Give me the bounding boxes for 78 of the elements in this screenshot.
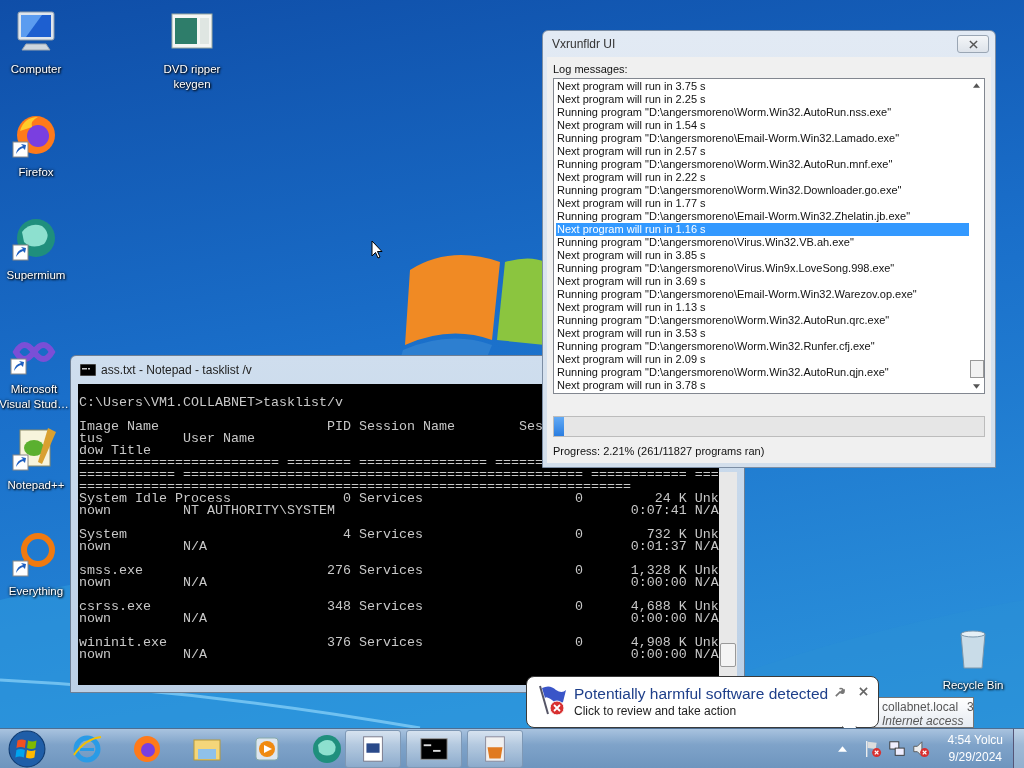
cursor-icon [371, 240, 383, 260]
desktop-icon-label: Firefox [18, 165, 54, 180]
globe-icon[interactable] [311, 732, 343, 765]
log-item[interactable]: Next program will run in 1.54 s [556, 119, 969, 132]
console-line: ============ ================================================== ============ === [79, 469, 719, 481]
console-line: dow Title [79, 445, 151, 457]
log-item[interactable]: Next program will run in 2.25 s [556, 93, 969, 106]
network-icon[interactable] [887, 739, 906, 758]
console-line: nown N/A 0:00:00 N/A [79, 613, 719, 625]
tooltip-text: collabnet.local [882, 700, 959, 714]
console-line: C:\Users\VM1.COLLABNET>tasklist/v [79, 397, 343, 409]
tooltip-status: Internet access [882, 714, 965, 728]
desktop-icon-label: DVD ripper keygen [162, 62, 222, 92]
console-line: nown N/A 0:01:37 N/A [79, 541, 719, 553]
log-item[interactable]: Next program will run in 3.69 s [556, 275, 969, 288]
console-line: ===================================================================== [79, 481, 631, 493]
log-item[interactable]: Next program will run in 3.53 s [556, 327, 969, 340]
taskbar-button[interactable] [345, 729, 401, 768]
wrench-icon[interactable] [834, 687, 846, 698]
log-item[interactable]: Running program "D:\angersmoreno\Virus.Win32.VB.ah.exe" [556, 236, 969, 249]
close-button[interactable] [957, 35, 989, 53]
desktop-icon-label: Everything [8, 584, 64, 599]
console-line: ========================= ======== ================ ====== [79, 457, 543, 469]
console-line: Image Name PID Session Name Ses [79, 421, 543, 433]
desktop-icon-label: Supermium [6, 268, 66, 283]
log-item[interactable]: Running program "D:\angersmoreno\Email-Worm.Win32.Warezov.op.exe" [556, 288, 969, 301]
log-item[interactable]: Running program "D:\angersmoreno\Virus.Win9x.LoveSong.998.exe" [556, 262, 969, 275]
scroll-down-icon[interactable] [973, 384, 980, 389]
log-item[interactable]: Next program will run in 2.57 s [556, 145, 969, 158]
desktop-icon-label: Microsoft Visual Stud… [0, 382, 70, 412]
log-item[interactable]: Running program "D:\angersmoreno\Worm.Win32.AutoRun.qrc.exe" [556, 314, 969, 327]
notification-title: Potentially harmful software detected [574, 684, 829, 703]
window-title: ass.txt - Notepad - tasklist /v [101, 363, 252, 377]
console-line: wininit.exe 376 Services 0 4,908 K Unk [79, 637, 719, 649]
notification-message: Click to review and take action [574, 703, 738, 719]
log-label: Log messages: [553, 63, 629, 75]
log-item[interactable]: Next program will run in 3.75 s [556, 80, 969, 93]
tooltip-count: 3 [967, 700, 974, 714]
log-item[interactable]: Next program will run in 2.22 s [556, 171, 969, 184]
console-line: System Idle Process 0 Services 0 24 K Unk [79, 493, 719, 505]
close-icon[interactable] [859, 687, 869, 696]
console-line: nown NT AUTHORITY\SYSTEM 0:07:41 N/A [79, 505, 719, 517]
log-item[interactable]: Running program "D:\angersmoreno\Email-Worm.Win32.Zhelatin.jb.exe" [556, 210, 969, 223]
window-title: Vxrunfldr UI [552, 37, 616, 51]
desktop-icon-label: Notepad++ [7, 478, 65, 493]
scroll-thumb[interactable] [969, 360, 984, 378]
log-item[interactable]: Next program will run in 3.78 s [556, 379, 969, 392]
log-item[interactable]: Next program will run in 1.77 s [556, 197, 969, 210]
close-icon [968, 39, 978, 49]
show-hidden-icons-icon[interactable] [837, 745, 847, 752]
log-item[interactable]: Running program "D:\angersmoreno\Worm.Win32.Downloader.go.exe" [556, 184, 969, 197]
log-item[interactable]: Next program will run in 3.85 s [556, 249, 969, 262]
log-item[interactable]: Running program "D:\angersmoreno\Worm.Win32.Runfer.cfj.exe" [556, 340, 969, 353]
start-button[interactable] [8, 729, 46, 768]
log-item[interactable]: Running program "D:\angersmoreno\Worm.Win32.AutoRun.qjn.exe" [556, 366, 969, 379]
show-desktop-button[interactable] [1013, 729, 1024, 768]
console-line: smss.exe 276 Services 0 1,328 K Unk [79, 565, 719, 577]
console-line: tus User Name [79, 433, 255, 445]
console-icon [80, 364, 96, 376]
desktop-icon-label: Recycle Bin [942, 678, 1004, 693]
scroll-thumb[interactable] [720, 643, 736, 667]
flag-icon [536, 684, 568, 716]
taskbar-button[interactable] [406, 729, 462, 768]
speaker-icon[interactable] [911, 739, 930, 758]
console-line: nown N/A 0:00:00 N/A [79, 577, 719, 589]
log-item[interactable]: Running program "D:\angersmoreno\Worm.Win32.AutoRun.mnf.exe" [556, 158, 969, 171]
log-item[interactable]: Running program "D:\angersmoreno\Worm.Win32.AutoRun.nss.exe" [556, 106, 969, 119]
console-line: nown N/A 0:00:00 N/A [79, 649, 719, 661]
flag-icon[interactable] [863, 739, 882, 758]
notification-balloon[interactable]: Potentially harmful software detected Click to review and take action [526, 676, 879, 728]
progress-text: Progress: 2.21% (261/11827 programs ran) [553, 445, 766, 457]
log-item[interactable]: Next program will run in 1.13 s [556, 301, 969, 314]
scroll-up-icon[interactable] [973, 83, 980, 88]
log-item[interactable]: Running program "D:\angersmoreno\Email-Worm.Win32.Lamado.exe" [556, 132, 969, 145]
console-line: System 4 Services 0 732 K Unk [79, 529, 719, 541]
desktop-icon-label: Computer [10, 62, 62, 77]
console-line: csrss.exe 348 Services 0 4,688 K Unk [79, 601, 719, 613]
log-item[interactable]: Next program will run in 2.09 s [556, 353, 969, 366]
